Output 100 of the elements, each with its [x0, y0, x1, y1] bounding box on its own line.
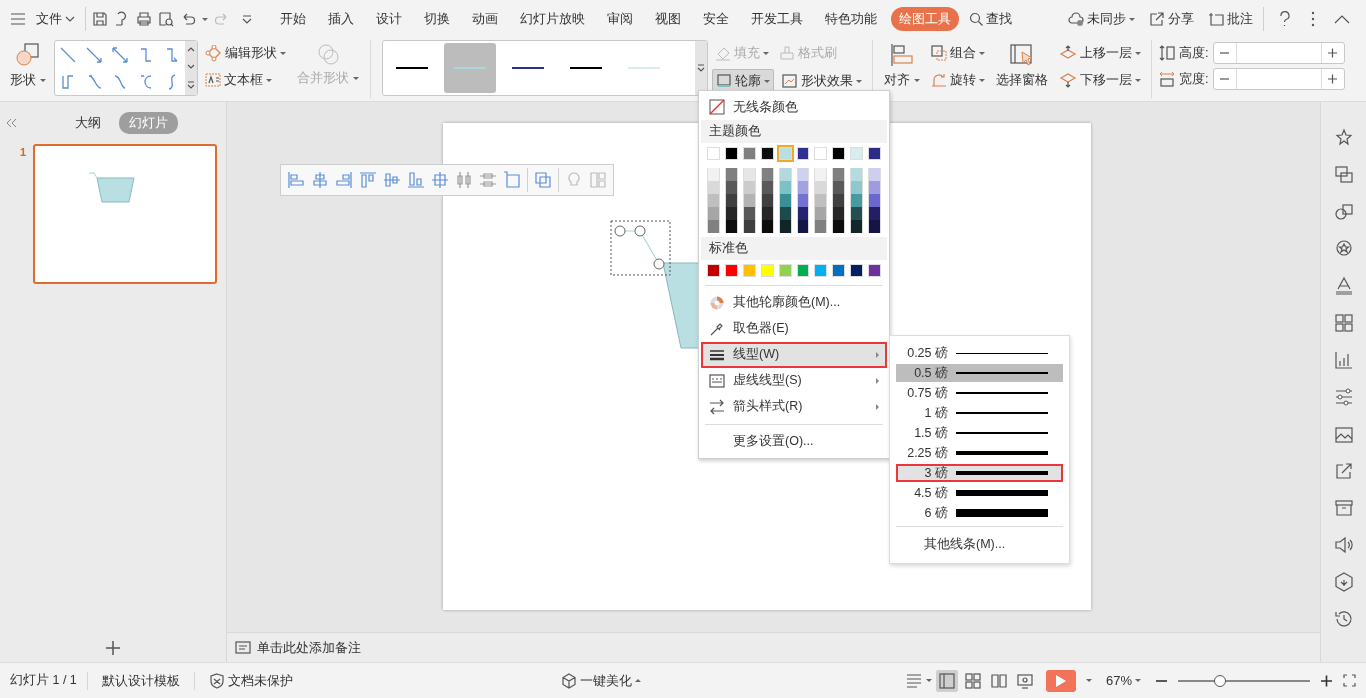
- ribbon-tab[interactable]: 动画: [464, 7, 506, 31]
- archive-icon[interactable]: [1333, 498, 1354, 518]
- ribbon-button[interactable]: 形状效果: [778, 68, 865, 94]
- expand-gallery-icon[interactable]: [187, 81, 195, 89]
- ribbon-tab[interactable]: 插入: [320, 7, 362, 31]
- color-swatch[interactable]: [742, 263, 756, 277]
- align-left-icon[interactable]: [287, 171, 305, 189]
- align-top-icon[interactable]: [359, 171, 377, 189]
- sliders-icon[interactable]: [1333, 387, 1354, 407]
- color-swatch[interactable]: [832, 146, 846, 160]
- customize-icon[interactable]: [242, 14, 252, 24]
- menu-item[interactable]: 2.25 磅: [896, 444, 1063, 462]
- connector-icon[interactable]: [85, 45, 103, 64]
- menu-item[interactable]: 虚线线型(S): [701, 367, 887, 394]
- collapse-ribbon-icon[interactable]: [1334, 14, 1350, 24]
- ribbon-button[interactable]: 旋转: [928, 68, 988, 92]
- beautify-button[interactable]: 一键美化: [557, 668, 646, 693]
- print-preview-icon[interactable]: [158, 11, 174, 27]
- image-icon[interactable]: [1333, 424, 1354, 444]
- play-button[interactable]: [1046, 669, 1076, 692]
- star-icon[interactable]: [1333, 128, 1354, 148]
- ribbon-button[interactable]: 文本框: [202, 68, 289, 92]
- color-swatch[interactable]: [832, 167, 846, 181]
- bar-chart-icon[interactable]: [1333, 350, 1354, 370]
- zoom-in-icon[interactable]: [1320, 674, 1333, 687]
- top-action-button[interactable]: 未同步: [1064, 7, 1139, 31]
- color-swatch[interactable]: [742, 167, 756, 181]
- print-icon[interactable]: [136, 11, 152, 27]
- share-icon[interactable]: [1333, 461, 1354, 481]
- menu-item[interactable]: 取色器(E): [701, 315, 887, 342]
- align-center-icon[interactable]: [311, 171, 329, 189]
- color-swatch[interactable]: [868, 146, 882, 160]
- color-swatch[interactable]: [724, 167, 738, 181]
- distribute-horizontal-icon[interactable]: [455, 171, 473, 189]
- menu-item[interactable]: 无线条颜色: [701, 94, 887, 120]
- top-action-button[interactable]: 分享: [1145, 7, 1198, 31]
- align-right-icon[interactable]: [335, 171, 353, 189]
- text-style-icon[interactable]: [1333, 276, 1354, 296]
- ribbon-button[interactable]: 下移一层: [1056, 68, 1144, 92]
- color-swatch[interactable]: [778, 263, 792, 277]
- line-style-swatch[interactable]: [444, 43, 496, 93]
- distribute-vertical-icon[interactable]: [479, 171, 497, 189]
- color-swatch[interactable]: [760, 146, 774, 160]
- connector-icon[interactable]: [111, 45, 129, 64]
- align-bottom-icon[interactable]: [407, 171, 425, 189]
- color-swatch[interactable]: [707, 263, 720, 277]
- file-menu-button[interactable]: 文件: [32, 7, 79, 31]
- color-swatch[interactable]: [778, 146, 792, 160]
- menu-item[interactable]: 1.5 磅: [896, 424, 1063, 442]
- ribbon-tab[interactable]: 开始: [272, 7, 314, 31]
- color-swatch[interactable]: [814, 167, 828, 181]
- color-swatch[interactable]: [796, 146, 810, 160]
- protection-status[interactable]: 文档未保护: [204, 668, 297, 693]
- ribbon-tab[interactable]: 视图: [647, 7, 689, 31]
- hexagon-icon[interactable]: [1333, 572, 1354, 592]
- menu-item[interactable]: 线型(W): [701, 341, 887, 368]
- color-swatch[interactable]: [868, 263, 882, 277]
- ribbon-button[interactable]: 组合: [928, 42, 988, 65]
- ribbon-button[interactable]: 选择窗格: [992, 40, 1052, 92]
- menu-item[interactable]: 4.5 磅: [896, 484, 1063, 502]
- color-swatch[interactable]: [778, 167, 792, 181]
- scroll-down-icon[interactable]: [187, 64, 195, 69]
- color-swatch[interactable]: [707, 146, 720, 160]
- color-swatch[interactable]: [796, 263, 810, 277]
- ribbon-button[interactable]: 编辑形状: [202, 42, 289, 65]
- menu-item[interactable]: 6 磅: [896, 504, 1063, 522]
- color-swatch[interactable]: [850, 263, 864, 277]
- ribbon-tab[interactable]: 切换: [416, 7, 458, 31]
- menu-item[interactable]: 3 磅: [896, 464, 1063, 482]
- expand-gallery-icon[interactable]: [697, 64, 705, 72]
- ribbon-tab[interactable]: 设计: [368, 7, 410, 31]
- ribbon-tab[interactable]: 幻灯片放映: [512, 7, 593, 31]
- slides-swap-icon[interactable]: [1333, 165, 1354, 185]
- color-swatch[interactable]: [850, 146, 864, 160]
- grid-icon[interactable]: [1333, 313, 1354, 333]
- color-swatch[interactable]: [724, 146, 738, 160]
- collapse-panel-icon[interactable]: [6, 117, 17, 128]
- color-swatch[interactable]: [760, 167, 774, 181]
- top-action-button[interactable]: 批注: [1204, 7, 1257, 31]
- ribbon-tab[interactable]: 审阅: [599, 7, 641, 31]
- ribbon-button[interactable]: 形状: [6, 40, 50, 92]
- color-swatch[interactable]: [707, 167, 720, 181]
- shapes-icon[interactable]: [1333, 202, 1354, 222]
- menu-item[interactable]: 1 磅: [896, 404, 1063, 422]
- more-icon[interactable]: [1310, 10, 1316, 28]
- color-swatch[interactable]: [832, 263, 846, 277]
- menu-item[interactable]: 其他线条(M)...: [892, 531, 1067, 557]
- zoom-level-button[interactable]: 67%: [1102, 668, 1145, 693]
- menu-icon[interactable]: [10, 11, 26, 27]
- menu-item[interactable]: 箭头样式(R): [701, 393, 887, 420]
- ribbon-button[interactable]: 对齐: [880, 40, 924, 92]
- slide-thumbnail[interactable]: [33, 143, 218, 284]
- search-button[interactable]: 查找: [965, 7, 1016, 31]
- history-icon[interactable]: [1333, 609, 1354, 629]
- connector-icon[interactable]: [59, 45, 77, 64]
- color-swatch[interactable]: [724, 263, 738, 277]
- template-button[interactable]: 默认设计模板: [97, 668, 184, 693]
- color-swatch[interactable]: [760, 263, 774, 277]
- menu-item[interactable]: 0.5 磅: [896, 364, 1063, 382]
- group-icon[interactable]: [534, 171, 552, 189]
